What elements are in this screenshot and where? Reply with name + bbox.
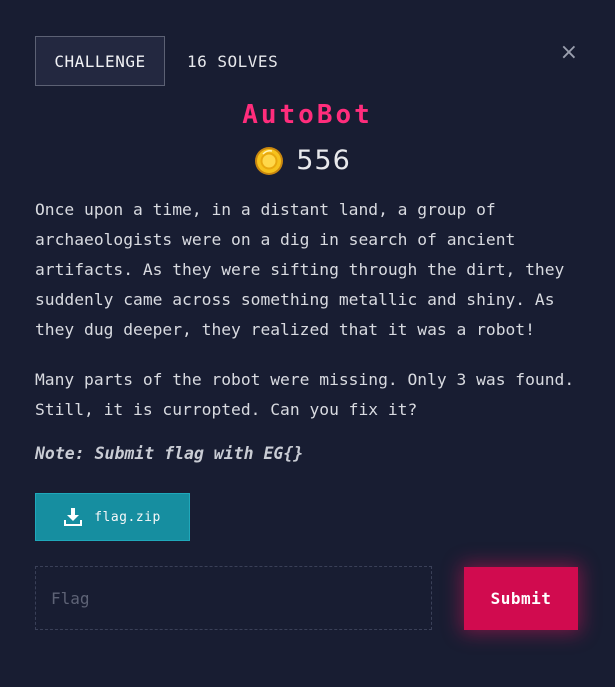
challenge-title: AutoBot [242, 100, 373, 130]
close-icon[interactable]: × [560, 40, 578, 66]
points-value: 556 [296, 145, 351, 176]
challenge-points: 556 [0, 145, 615, 176]
flag-input[interactable] [35, 566, 432, 630]
challenge-note: Note: Submit flag with EG{} [35, 444, 304, 463]
challenge-tabs: CHALLENGE 16 SOLVES [35, 36, 278, 86]
submit-button[interactable]: Submit [464, 567, 578, 630]
download-file-label: flag.zip [94, 509, 161, 525]
download-file-button[interactable]: flag.zip [35, 493, 190, 541]
tab-challenge[interactable]: CHALLENGE [35, 36, 165, 86]
coin-icon [255, 146, 284, 175]
challenge-description: Once upon a time, in a distant land, a g… [35, 195, 595, 445]
description-paragraph: Many parts of the robot were missing. On… [35, 370, 575, 419]
download-icon [64, 508, 83, 526]
description-paragraph: Once upon a time, in a distant land, a g… [35, 200, 565, 339]
tab-solves[interactable]: 16 SOLVES [187, 52, 278, 71]
